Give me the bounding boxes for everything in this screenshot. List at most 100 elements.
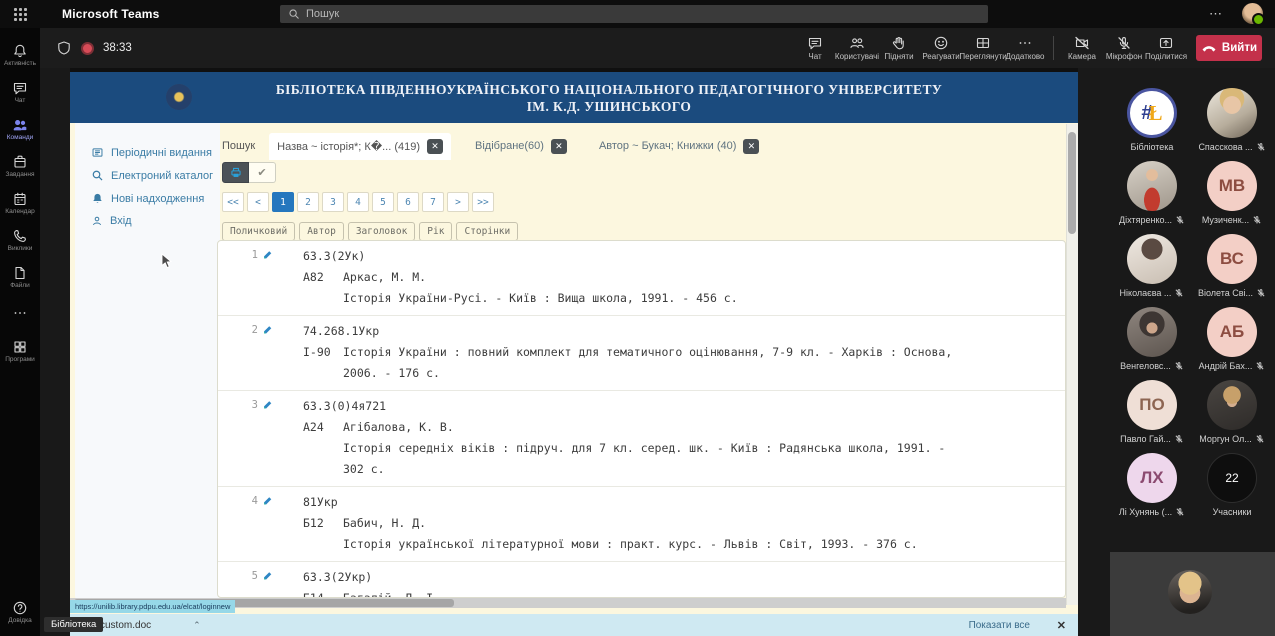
table-row[interactable]: 274.268.1УкрІ-90Історія України : повний… [218,316,1065,391]
filter-tab[interactable]: Назва ~ історія*; К�... (419)✕ [269,133,451,160]
close-download-bar-icon[interactable]: ✕ [1057,619,1066,632]
control-Реагувати[interactable]: Реагувати [920,35,962,61]
sidebar-item-Виклики[interactable]: Виклики [0,221,40,258]
filter-tab[interactable]: Автор ~ Букач; Книжки (40)✕ [591,133,767,160]
edit-pencil-icon[interactable] [262,495,273,507]
menu-item-Електроний каталог[interactable]: Електроний каталог [75,164,220,187]
page-button-<<[interactable]: << [222,192,244,212]
entry-text: Бабич, Н. Д. [343,513,426,534]
control-Чат[interactable]: Чат [794,35,836,61]
sidebar-item-Календар[interactable]: Календар [0,184,40,221]
table-row[interactable]: 363.3(0)4я721А24Агібалова, К. В.Історія … [218,391,1065,487]
app-launcher-icon[interactable] [0,0,40,28]
row-number-block: 2 [218,321,273,384]
sort-column-Заголовок[interactable]: Заголовок [348,222,415,241]
user-avatar[interactable] [1242,3,1263,24]
page-button-1[interactable]: 1 [272,192,294,212]
page-button->[interactable]: > [447,192,469,212]
page-button-4[interactable]: 4 [347,192,369,212]
sidebar-item-more[interactable] [0,295,40,332]
entry-text: Історія української літературної мови : … [303,534,1065,555]
page-button-7[interactable]: 7 [422,192,444,212]
confirm-button[interactable]: ✔ [249,162,276,183]
page-button->>[interactable]: >> [472,192,494,212]
filter-tab[interactable]: Відібране(60)✕ [467,133,575,160]
edit-pencil-icon[interactable] [262,570,273,582]
remove-filter-icon[interactable]: ✕ [743,139,759,154]
edit-pencil-icon[interactable] [262,324,273,336]
sidebar-item-Активність[interactable]: Активність [0,36,40,73]
chevron-up-icon[interactable]: ⌃ [193,620,201,631]
table-row[interactable]: 563.3(2Укр)Б14Багалій, Д. І. [218,562,1065,598]
menu-item-Нові надходження[interactable]: Нові надходження [75,187,220,210]
sort-column-Автор[interactable]: Автор [299,222,344,241]
sidebar-item-Довідка[interactable]: Довідка [0,593,40,630]
participant-tile[interactable]: МВМузиченк... [1202,161,1262,234]
mic-muted-icon [1256,288,1266,298]
more-options-icon[interactable]: ⋯ [1209,0,1223,28]
participant-name-label: Музиченк... [1202,215,1249,225]
page-button-<[interactable]: < [247,192,269,212]
remove-filter-icon[interactable]: ✕ [427,139,443,154]
sidebar-item-Програми[interactable]: Програми [0,332,40,369]
sidebar-item-Чат[interactable]: Чат [0,73,40,110]
participant-tile[interactable]: Венгеловс... [1120,307,1184,380]
page-button-2[interactable]: 2 [297,192,319,212]
page-button-6[interactable]: 6 [397,192,419,212]
control-Користувачі[interactable]: Користувачі [836,35,878,61]
tasks-icon [12,154,28,170]
control-Мікрофон[interactable]: Мікрофон [1103,35,1145,61]
menu-item-Вхід[interactable]: Вхід [75,210,220,232]
participant-tile[interactable]: ПОПавло Гай... [1120,380,1184,453]
sidebar-item-Файли[interactable]: Файли [0,258,40,295]
participant-name: Венгеловс... [1120,361,1184,371]
page-button-3[interactable]: 3 [322,192,344,212]
sort-column-Сторінки[interactable]: Сторінки [456,222,518,241]
control-Підняти[interactable]: Підняти [878,35,920,61]
menu-item-Періодичні видання[interactable]: Періодичні видання [75,141,220,164]
edit-pencil-icon[interactable] [262,399,273,411]
participant-tile[interactable]: #ŁБібліотека [1127,88,1177,161]
shield-icon[interactable] [56,40,72,56]
participant-name-label: Віолета Сві... [1198,288,1253,298]
search-input[interactable]: Пошук [280,5,988,23]
sort-column-Рік[interactable]: Рік [419,222,452,241]
show-all-downloads-link[interactable]: Показати все [969,620,1030,631]
control-label: Переглянути [959,52,1006,61]
participant-tile[interactable]: Діхтяренко... [1119,161,1185,234]
table-row[interactable]: 163.3(2Ук)А82Аркас, М. М.Історія України… [218,241,1065,316]
control-Поділитися[interactable]: Поділитися [1145,35,1187,61]
control-Камера[interactable]: Камера [1061,35,1103,61]
participants-panel: #ŁБібліотека Спасскова ...Діхтяренко... МВ… [1112,88,1272,526]
mic-muted-icon [1252,215,1262,225]
participant-tile[interactable]: ВСВіолета Сві... [1198,234,1266,307]
photo-avatar [1207,88,1257,138]
participant-tile[interactable]: ЛХЛі Хунянь (... [1119,453,1185,526]
edit-pencil-icon[interactable] [262,249,273,261]
sort-column-Поличковий[interactable]: Поличковий [222,222,295,241]
self-video-tile[interactable] [1110,552,1275,636]
remove-filter-icon[interactable]: ✕ [551,139,567,154]
control-Переглянути[interactable]: Переглянути [962,35,1004,61]
vertical-scrollbar[interactable] [1066,124,1078,605]
participant-tile[interactable]: Спасскова ... [1198,88,1265,161]
vertical-scrollbar-thumb[interactable] [1068,132,1076,234]
help-icon [12,600,28,616]
class-code: 63.3(2Ук) [303,246,1065,267]
participant-tile[interactable]: 22Учасники [1207,453,1257,526]
search-tab-label[interactable]: Пошук [222,140,255,152]
participant-tile[interactable]: Ніколаєва ... [1120,234,1185,307]
print-button[interactable] [222,162,249,183]
leave-button[interactable]: Вийти [1196,35,1262,61]
download-file-item[interactable]: custom.doc ⌃ [100,620,201,631]
control-Додатково[interactable]: Додатково [1004,35,1046,61]
page-button-5[interactable]: 5 [372,192,394,212]
participant-tile[interactable]: Моргун Ол... [1199,380,1265,453]
table-row[interactable]: 481УкрБ12Бабич, Н. Д.Історія української… [218,487,1065,562]
participant-tile[interactable]: АБАндрій Бах... [1199,307,1266,380]
sidebar-item-label: Файли [10,282,30,289]
more-icon [12,305,28,321]
sidebar-item-Завдання[interactable]: Завдання [0,147,40,184]
control-label: Підняти [884,52,913,61]
sidebar-item-Команди[interactable]: Команди [0,110,40,147]
